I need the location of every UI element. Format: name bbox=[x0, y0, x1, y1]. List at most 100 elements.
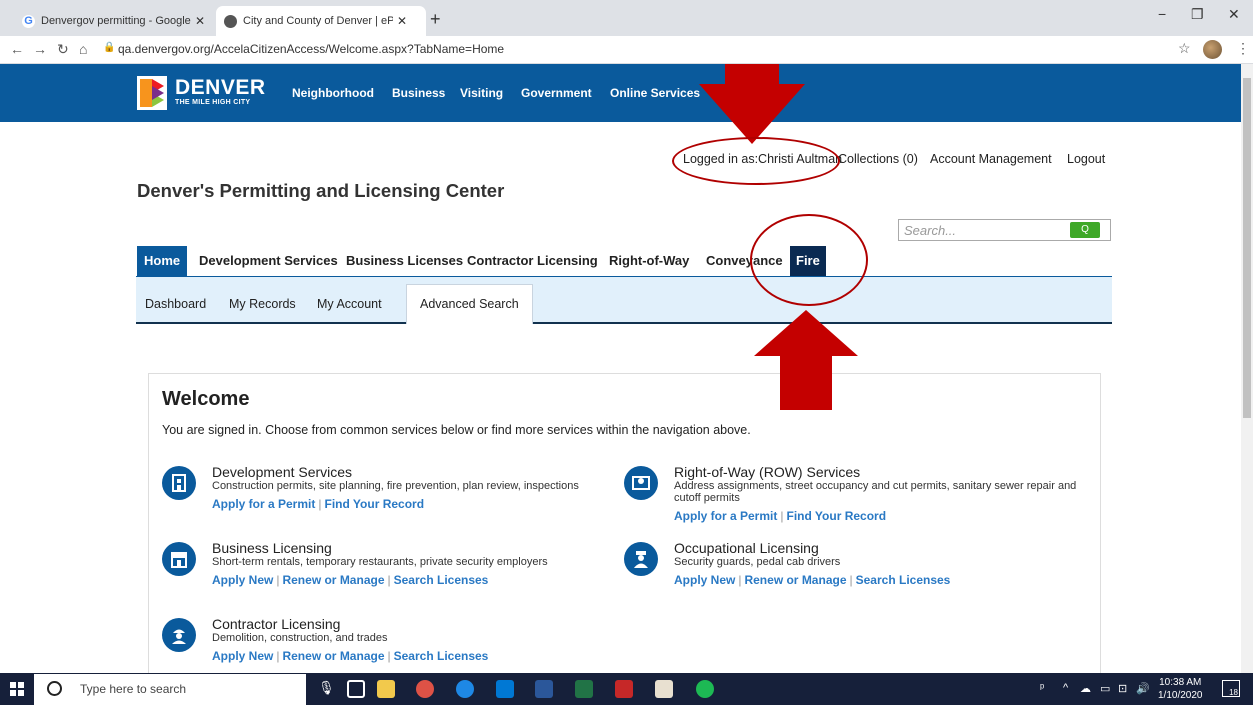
apply-new-link[interactable]: Apply New bbox=[212, 649, 273, 663]
page-title: Denver's Permitting and Licensing Center bbox=[137, 180, 505, 201]
tray-chevron-icon[interactable]: ^ bbox=[1063, 682, 1068, 694]
tab-right-of-way[interactable]: Right-of-Way bbox=[609, 246, 689, 276]
browser-tab-google[interactable]: G Denvergov permitting - Google S ✕ bbox=[14, 6, 214, 36]
people-icon[interactable]: ᵖ bbox=[1040, 682, 1044, 694]
search-button[interactable]: Q bbox=[1070, 222, 1100, 238]
topnav-neighborhood[interactable]: Neighborhood bbox=[292, 86, 374, 100]
building-icon bbox=[162, 466, 196, 500]
spotify-icon[interactable] bbox=[696, 680, 714, 698]
find-record-link[interactable]: Find Your Record bbox=[786, 509, 886, 523]
service-description: Security guards, pedal cab drivers bbox=[674, 556, 841, 568]
service-description: Address assignments, street occupancy an… bbox=[674, 480, 1077, 504]
search-licenses-link[interactable]: Search Licenses bbox=[394, 649, 489, 663]
site-logo-text[interactable]: DENVER bbox=[175, 76, 266, 100]
annotation-arrow-down-icon bbox=[699, 64, 805, 144]
subtab-dashboard[interactable]: Dashboard bbox=[145, 297, 206, 311]
excel-icon[interactable] bbox=[575, 680, 593, 698]
network-icon[interactable]: ⊡ bbox=[1118, 682, 1127, 695]
back-icon[interactable]: ← bbox=[10, 41, 24, 57]
file-explorer-icon[interactable] bbox=[377, 680, 395, 698]
welcome-panel: Welcome You are signed in. Choose from c… bbox=[148, 373, 1101, 673]
windows-start-icon[interactable] bbox=[10, 682, 24, 696]
topnav-visiting[interactable]: Visiting bbox=[460, 86, 503, 100]
logout-link[interactable]: Logout bbox=[1067, 152, 1105, 166]
battery-icon[interactable]: ▭ bbox=[1100, 682, 1110, 695]
lock-icon: 🔒 bbox=[103, 42, 116, 53]
browser-tab-bar: G Denvergov permitting - Google S ✕ City… bbox=[0, 0, 1253, 36]
tab-development-services[interactable]: Development Services bbox=[199, 246, 338, 276]
search-licenses-link[interactable]: Search Licenses bbox=[394, 573, 489, 587]
renew-manage-link[interactable]: Renew or Manage bbox=[744, 573, 846, 587]
new-tab-button[interactable]: + bbox=[430, 9, 441, 30]
outlook-icon[interactable] bbox=[496, 680, 514, 698]
worker-icon bbox=[162, 618, 196, 652]
taskbar-search-input[interactable]: Type here to search bbox=[34, 674, 306, 705]
close-icon[interactable]: ✕ bbox=[195, 14, 205, 28]
service-title: Business Licensing bbox=[212, 540, 332, 556]
service-title: Contractor Licensing bbox=[212, 616, 341, 632]
service-contractor-licensing: Contractor Licensing Demolition, constru… bbox=[162, 616, 602, 666]
topnav-government[interactable]: Government bbox=[521, 86, 592, 100]
address-bar: ← → ↻ ⌂ 🔒 qa.denvergov.org/AccelaCitizen… bbox=[0, 36, 1253, 64]
cortana-icon bbox=[47, 681, 62, 696]
annotation-ellipse-fire-tab bbox=[750, 214, 868, 306]
edge-icon[interactable] bbox=[456, 680, 474, 698]
volume-icon[interactable]: 🔊 bbox=[1136, 682, 1150, 695]
profile-avatar[interactable] bbox=[1203, 40, 1222, 59]
topnav-business[interactable]: Business bbox=[392, 86, 445, 100]
service-links: Apply for a Permit | Find Your Record bbox=[674, 509, 887, 523]
apply-permit-link[interactable]: Apply for a Permit bbox=[674, 509, 777, 523]
task-view-icon[interactable] bbox=[347, 680, 365, 698]
denver-logo-icon[interactable] bbox=[137, 76, 167, 110]
maximize-icon[interactable]: ❐ bbox=[1191, 6, 1204, 23]
url-field[interactable]: qa.denvergov.org/AccelaCitizenAccess/Wel… bbox=[118, 42, 504, 56]
forward-icon[interactable]: → bbox=[33, 41, 47, 57]
tab-contractor-licensing[interactable]: Contractor Licensing bbox=[467, 246, 598, 276]
scrollbar-thumb[interactable] bbox=[1243, 78, 1251, 418]
account-management-link[interactable]: Account Management bbox=[930, 152, 1052, 166]
microphone-icon[interactable]: 🎙 bbox=[318, 680, 335, 696]
minimize-icon[interactable]: − bbox=[1158, 6, 1166, 22]
welcome-title: Welcome bbox=[162, 388, 250, 410]
tab-business-licenses[interactable]: Business Licenses bbox=[346, 246, 463, 276]
google-icon: G bbox=[22, 14, 35, 28]
windows-taskbar: Type here to search 🎙 ᵖ ^ ☁ ▭ ⊡ 🔊 10:38 … bbox=[0, 673, 1253, 705]
photo-app-icon[interactable] bbox=[655, 680, 673, 698]
service-links: Apply for a Permit | Find Your Record bbox=[212, 497, 425, 511]
subtab-advanced-search[interactable]: Advanced Search bbox=[406, 284, 533, 324]
collections-link[interactable]: Collections (0) bbox=[838, 152, 918, 166]
renew-manage-link[interactable]: Renew or Manage bbox=[282, 573, 384, 587]
annotation-ellipse-login bbox=[672, 137, 840, 185]
chrome-icon[interactable] bbox=[416, 680, 434, 698]
service-links: Apply New | Renew or Manage | Search License… bbox=[212, 649, 489, 663]
bookmark-star-icon[interactable]: ☆ bbox=[1178, 40, 1191, 57]
renew-manage-link[interactable]: Renew or Manage bbox=[282, 649, 384, 663]
service-description: Demolition, construction, and trades bbox=[212, 632, 388, 644]
service-business-licensing: Business Licensing Short-term rentals, t… bbox=[162, 540, 602, 590]
search-input[interactable]: Search... Q bbox=[898, 219, 1111, 241]
tc-app-icon[interactable] bbox=[615, 680, 633, 698]
taskbar-clock[interactable]: 10:38 AM 1/10/2020 bbox=[1158, 676, 1203, 702]
subtab-my-account[interactable]: My Account bbox=[317, 297, 382, 311]
close-icon[interactable]: ✕ bbox=[397, 14, 407, 28]
officer-icon bbox=[624, 542, 658, 576]
onedrive-icon[interactable]: ☁ bbox=[1080, 682, 1091, 695]
subtab-my-records[interactable]: My Records bbox=[229, 297, 296, 311]
notifications-icon[interactable]: 18 bbox=[1222, 680, 1240, 697]
home-icon[interactable]: ⌂ bbox=[79, 41, 87, 57]
find-record-link[interactable]: Find Your Record bbox=[324, 497, 424, 511]
reload-icon[interactable]: ↻ bbox=[57, 41, 69, 58]
apply-permit-link[interactable]: Apply for a Permit bbox=[212, 497, 315, 511]
page-scrollbar[interactable] bbox=[1241, 64, 1253, 673]
service-links: Apply New | Renew or Manage | Search License… bbox=[674, 573, 951, 587]
tab-home[interactable]: Home bbox=[137, 246, 188, 276]
browser-menu-icon[interactable]: ⋮ bbox=[1236, 40, 1250, 57]
apply-new-link[interactable]: Apply New bbox=[212, 573, 273, 587]
sub-tab-bar: Dashboard My Records My Account Advanced… bbox=[136, 276, 1112, 324]
apply-new-link[interactable]: Apply New bbox=[674, 573, 735, 587]
search-licenses-link[interactable]: Search Licenses bbox=[856, 573, 951, 587]
browser-tab-denver[interactable]: City and County of Denver | ePer ✕ bbox=[216, 6, 426, 36]
window-close-icon[interactable]: ✕ bbox=[1228, 6, 1240, 23]
topnav-online-services[interactable]: Online Services bbox=[610, 86, 700, 100]
word-icon[interactable] bbox=[535, 680, 553, 698]
